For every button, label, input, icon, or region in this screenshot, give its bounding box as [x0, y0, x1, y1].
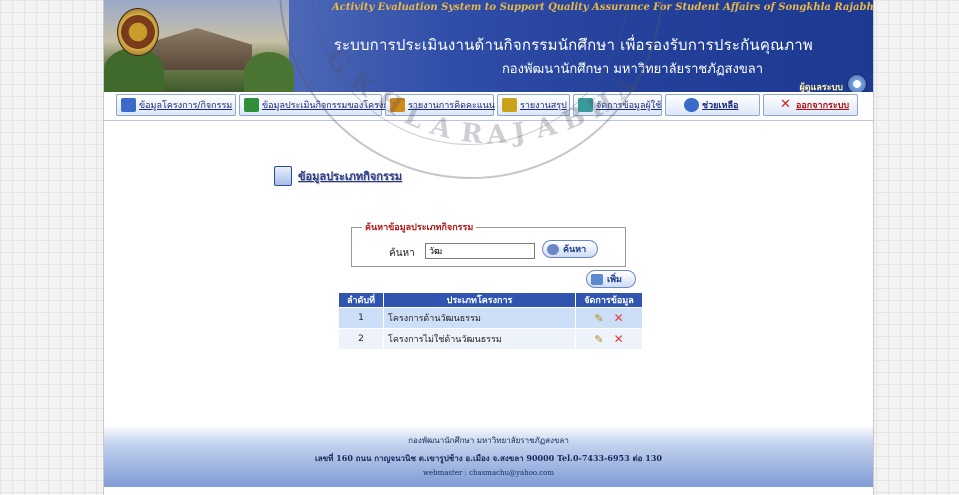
row-actions: ✎ ✕: [575, 307, 643, 329]
search-button-label: ค้นหา: [563, 245, 587, 255]
close-icon: ✕: [780, 97, 791, 112]
nav-item-score-report[interactable]: รายงานการคิดคะแนน: [385, 94, 495, 116]
delete-icon[interactable]: ✕: [614, 311, 624, 325]
nav-item-label: รายงานสรุป: [520, 101, 567, 111]
folder-add-icon: [591, 273, 603, 285]
search-fieldset: ค้นหาข้อมูลประเภทกิจกรรม ค้นหา ค้นหา: [351, 220, 626, 267]
users-icon: [578, 98, 593, 112]
table-header-row: ลำดับที่ ประเภทโครงการ จัดการข้อมูล: [338, 292, 643, 308]
nav-item-label: ออกจากระบบ: [796, 101, 850, 111]
column-header-type: ประเภทโครงการ: [383, 292, 576, 308]
page-footer: กองพัฒนานักศึกษา มหาวิทยาลัยราชภัฏสงขลา …: [104, 425, 873, 487]
footer-org-name: กองพัฒนานักศึกษา มหาวิทยาลัยราชภัฏสงขลา: [408, 436, 569, 445]
edit-icon[interactable]: ✎: [594, 333, 603, 346]
search-input[interactable]: [425, 243, 535, 259]
header-subtitle-th: กองพัฒนานักศึกษา มหาวิทยาลัยราชภัฏสงขลา: [501, 62, 763, 77]
add-button-label: เพิ่ม: [607, 275, 622, 285]
column-header-no: ลำดับที่: [338, 292, 384, 308]
row-actions: ✎ ✕: [575, 328, 643, 350]
nav-item-help[interactable]: ช่วยเหลือ: [665, 94, 760, 116]
search-icon: [547, 243, 559, 255]
search-button[interactable]: ค้นหา: [542, 240, 598, 258]
table-row: 2 โครงการไม่ใช่ด้านวัฒนธรรม ✎ ✕: [338, 328, 643, 350]
table-row: 1 โครงการด้านวัฒนธรรม ✎ ✕: [338, 307, 643, 329]
footer-webmaster-link[interactable]: webmaster : chasmachu@yahoo.com: [104, 469, 873, 477]
monitor-icon: [121, 98, 136, 112]
tree-image: [244, 52, 294, 92]
nav-item-label: ช่วยเหลือ: [702, 101, 739, 111]
nav-item-label: ข้อมูลโครงการ/กิจกรรม: [139, 101, 233, 111]
document-icon: [390, 98, 405, 112]
column-header-manage: จัดการข้อมูล: [575, 292, 643, 308]
nav-item-label: ข้อมูลประเมินกิจกรรมของโครงการ: [262, 101, 399, 111]
search-legend: ค้นหาข้อมูลประเภทกิจกรรม: [362, 220, 477, 234]
help-icon: [684, 98, 699, 112]
header-title-en: Activity Evaluation System to Support Qu…: [332, 2, 873, 13]
nav-toolbar: ข้อมูลโครงการ/กิจกรรม ข้อมูลประเมินกิจกร…: [104, 92, 873, 121]
search-label: ค้นหา: [389, 248, 415, 259]
delete-icon[interactable]: ✕: [614, 332, 624, 346]
nav-item-evaluation[interactable]: ข้อมูลประเมินกิจกรรมของโครงการ: [239, 94, 399, 116]
page-title-text: ข้อมูลประเภทกิจกรรม: [298, 170, 403, 183]
row-type-name: โครงการด้านวัฒนธรรม: [383, 307, 576, 329]
nav-item-label: จัดการข้อมูลผู้ใช้: [596, 101, 662, 111]
header-title-th: ระบบการประเมินงานด้านกิจกรรมนักศึกษา เพื…: [333, 36, 813, 54]
nav-item-projects[interactable]: ข้อมูลโครงการ/กิจกรรม: [116, 94, 236, 116]
chart-icon: [244, 98, 259, 112]
edit-icon[interactable]: ✎: [594, 312, 603, 325]
university-seal-logo: [117, 8, 159, 56]
nav-item-summary-report[interactable]: รายงานสรุป: [497, 94, 570, 116]
document-icon: [274, 166, 292, 186]
footer-address: เลขที่ 160 ถนน กาญจนวนิช ต.เขารูปช้าง อ.…: [315, 453, 662, 463]
report-icon: [502, 98, 517, 112]
header-banner: Activity Evaluation System to Support Qu…: [104, 0, 873, 92]
add-button[interactable]: เพิ่ม: [586, 270, 636, 288]
row-number: 1: [338, 307, 384, 329]
admin-label: ผู้ดูแลระบบ: [799, 83, 843, 92]
user-avatar-icon[interactable]: [847, 74, 867, 92]
row-type-name: โครงการไม่ใช่ด้านวัฒนธรรม: [383, 328, 576, 350]
activity-type-table: ลำดับที่ ประเภทโครงการ จัดการข้อมูล 1 โค…: [338, 292, 643, 350]
page-frame: Activity Evaluation System to Support Qu…: [103, 0, 874, 495]
nav-item-label: รายงานการคิดคะแนน: [408, 101, 495, 111]
page-title: ข้อมูลประเภทกิจกรรม: [274, 165, 402, 187]
nav-item-user-management[interactable]: จัดการข้อมูลผู้ใช้: [573, 94, 662, 116]
nav-item-logout[interactable]: ✕ ออกจากระบบ: [763, 94, 858, 116]
row-number: 2: [338, 328, 384, 350]
